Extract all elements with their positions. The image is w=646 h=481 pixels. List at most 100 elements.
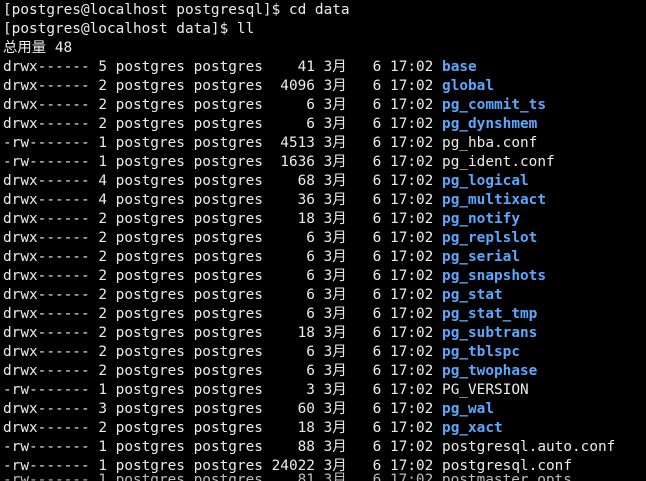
group: postgres	[193, 173, 263, 189]
owner: postgres	[115, 173, 185, 189]
permissions: drwx------	[3, 325, 90, 341]
link-count: 1	[98, 154, 107, 170]
day: 6	[355, 78, 382, 94]
permissions: drwx------	[3, 211, 90, 227]
link-count: 2	[98, 420, 107, 436]
file-size: 4096	[271, 78, 315, 94]
link-count: 2	[98, 344, 107, 360]
owner: postgres	[115, 363, 185, 379]
file-size: 6	[271, 230, 315, 246]
owner: postgres	[115, 154, 185, 170]
group: postgres	[193, 287, 263, 303]
day: 6	[355, 59, 382, 75]
directory-name: pg_snapshots	[442, 268, 546, 284]
listing-row: drwx------ 2 postgres postgres 6 3月 6 17…	[3, 305, 537, 324]
owner: postgres	[115, 344, 185, 360]
group: postgres	[193, 420, 263, 436]
time: 17:02	[390, 192, 434, 208]
prompt-line: [postgres@localhost data]$ ll	[3, 21, 255, 37]
group: postgres	[193, 382, 263, 398]
permissions: drwx------	[3, 173, 90, 189]
group: postgres	[193, 249, 263, 265]
listing-row: -rw------- 1 postgres postgres 88 3月 6 1…	[3, 438, 615, 457]
link-count: 1	[98, 439, 107, 455]
month: 3月	[323, 287, 347, 303]
terminal-window[interactable]: [postgres@localhost postgresql]$ cd data…	[0, 0, 646, 481]
listing-row: drwx------ 2 postgres postgres 6 3月 6 17…	[3, 115, 537, 134]
listing-row: drwx------ 5 postgres postgres 41 3月 6 1…	[3, 58, 477, 77]
link-count: 2	[98, 78, 107, 94]
group: postgres	[193, 306, 263, 322]
time: 17:02	[390, 268, 434, 284]
link-count: 5	[98, 59, 107, 75]
file-size: 68	[271, 173, 315, 189]
time: 17:02	[390, 439, 434, 455]
directory-name: pg_subtrans	[442, 325, 538, 341]
file-size: 1636	[271, 154, 315, 170]
month: 3月	[323, 154, 347, 170]
listing-row: drwx------ 2 postgres postgres 6 3月 6 17…	[3, 229, 537, 248]
month: 3月	[323, 173, 347, 189]
owner: postgres	[115, 249, 185, 265]
file-size: 88	[271, 439, 315, 455]
month: 3月	[323, 116, 347, 132]
link-count: 2	[98, 230, 107, 246]
month: 3月	[323, 59, 347, 75]
time: 17:02	[390, 344, 434, 360]
owner: postgres	[115, 211, 185, 227]
day: 6	[355, 344, 382, 360]
time: 17:02	[390, 211, 434, 227]
day: 6	[355, 97, 382, 113]
month: 3月	[323, 249, 347, 265]
owner: postgres	[115, 306, 185, 322]
listing-row: -rw------- 1 postgres postgres 4513 3月 6…	[3, 134, 537, 153]
link-count: 3	[98, 401, 107, 417]
directory-name: pg_notify	[442, 211, 521, 227]
month: 3月	[323, 192, 347, 208]
month: 3月	[323, 382, 347, 398]
permissions: drwx------	[3, 230, 90, 246]
link-count: 1	[98, 135, 107, 151]
directory-name: pg_commit_ts	[442, 97, 546, 113]
month: 3月	[323, 325, 347, 341]
total-line: 总用量 48	[3, 40, 73, 56]
time: 17:02	[390, 173, 434, 189]
day: 6	[355, 211, 382, 227]
group: postgres	[193, 192, 263, 208]
day: 6	[355, 268, 382, 284]
prompt-line: [postgres@localhost postgresql]$ cd data	[3, 2, 350, 18]
listing-row: drwx------ 2 postgres postgres 18 3月 6 1…	[3, 210, 520, 229]
listing-row: drwx------ 4 postgres postgres 68 3月 6 1…	[3, 172, 529, 191]
link-count: 2	[98, 306, 107, 322]
time: 17:02	[390, 116, 434, 132]
directory-name: pg_twophase	[442, 363, 538, 379]
directory-name: pg_wal	[442, 401, 495, 417]
listing-row: drwx------ 2 postgres postgres 18 3月 6 1…	[3, 419, 503, 438]
group: postgres	[193, 230, 263, 246]
directory-name: pg_logical	[442, 173, 529, 189]
owner: postgres	[115, 268, 185, 284]
month: 3月	[323, 439, 347, 455]
directory-name: pg_stat	[442, 287, 503, 303]
directory-name: pg_serial	[442, 249, 521, 265]
owner: postgres	[115, 135, 185, 151]
owner: postgres	[115, 439, 185, 455]
time: 17:02	[390, 306, 434, 322]
permissions: -rw-------	[3, 135, 90, 151]
time: 17:02	[390, 325, 434, 341]
file-size: 60	[271, 401, 315, 417]
month: 3月	[323, 268, 347, 284]
file-size: 6	[271, 363, 315, 379]
cut-off-line: -rw------- 1 postgres postgres 81 3月 6 1…	[3, 472, 572, 481]
month: 3月	[323, 401, 347, 417]
file-size: 4513	[271, 135, 315, 151]
file-size: 6	[271, 116, 315, 132]
file-size: 6	[271, 306, 315, 322]
file-name: PG_VERSION	[442, 382, 529, 398]
directory-name: pg_xact	[442, 420, 503, 436]
file-size: 18	[271, 211, 315, 227]
link-count: 4	[98, 173, 107, 189]
permissions: drwx------	[3, 401, 90, 417]
day: 6	[355, 135, 382, 151]
owner: postgres	[115, 59, 185, 75]
